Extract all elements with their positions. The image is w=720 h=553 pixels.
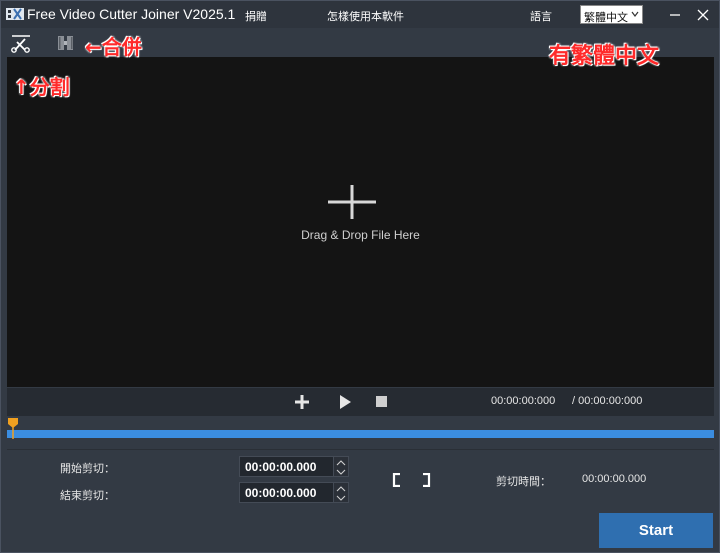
chevron-up-icon[interactable] <box>336 460 346 466</box>
add-icon[interactable] <box>294 394 310 410</box>
stop-icon[interactable] <box>375 395 388 408</box>
current-time: 00:00:00:000 <box>491 395 556 407</box>
app-logo-icon <box>6 8 24 20</box>
start-cut-label: 開始剪切： <box>60 463 115 475</box>
app-window: Free Video Cutter Joiner V2025.1 捐贈 怎樣使用… <box>0 0 720 553</box>
total-time: / 00:00:00:000 <box>572 395 643 407</box>
cut-settings: 開始剪切： 結束剪切： 00:00:00.000 00:00:00.000 剪切… <box>7 449 714 507</box>
start-button[interactable]: Start <box>599 513 713 548</box>
how-to-use-link[interactable]: 怎樣使用本軟件 <box>327 8 404 24</box>
split-scissors-icon[interactable] <box>10 33 32 53</box>
donate-link[interactable]: 捐贈 <box>245 8 267 24</box>
play-icon[interactable] <box>338 394 352 410</box>
set-start-bracket-icon[interactable] <box>392 473 402 487</box>
language-label: 語言 <box>530 11 552 23</box>
playhead-marker-icon[interactable] <box>7 417 19 439</box>
title-bar: Free Video Cutter Joiner V2025.1 捐贈 怎樣使用… <box>1 1 719 28</box>
chevron-up-icon[interactable] <box>336 486 346 492</box>
chevron-down-icon[interactable] <box>336 469 346 475</box>
annotation-join: ←合併 <box>85 35 142 59</box>
drop-hint-text: Drag & Drop File Here <box>301 228 420 242</box>
language-select[interactable]: 繁體中文 <box>580 5 643 24</box>
chevron-down-icon <box>631 11 639 17</box>
end-cut-label: 結束剪切： <box>60 490 115 502</box>
cut-duration-label: 剪切時間： <box>496 476 551 488</box>
join-film-icon[interactable] <box>56 33 76 53</box>
annotation-split: ↑分割 <box>13 75 70 99</box>
timeline-track[interactable] <box>7 430 714 438</box>
minimize-button[interactable] <box>663 1 687 28</box>
add-file-plus-icon <box>328 185 376 219</box>
drop-zone[interactable]: Drag & Drop File Here <box>7 57 714 387</box>
set-end-bracket-icon[interactable] <box>421 473 431 487</box>
cut-duration-value: 00:00:00.000 <box>582 473 647 485</box>
language-selected-value: 繁體中文 <box>584 12 628 24</box>
start-time-stepper[interactable] <box>333 456 349 477</box>
end-time-stepper[interactable] <box>333 482 349 503</box>
annotation-traditional-chinese: 有繁體中文 <box>549 44 660 69</box>
chevron-down-icon[interactable] <box>336 495 346 501</box>
app-title: Free Video Cutter Joiner V2025.1 <box>27 6 236 22</box>
close-button[interactable] <box>691 1 715 28</box>
timeline <box>7 417 714 449</box>
playback-controls: 00:00:00:000 / 00:00:00:000 <box>7 388 714 416</box>
bottom-bar: Start <box>1 508 719 552</box>
